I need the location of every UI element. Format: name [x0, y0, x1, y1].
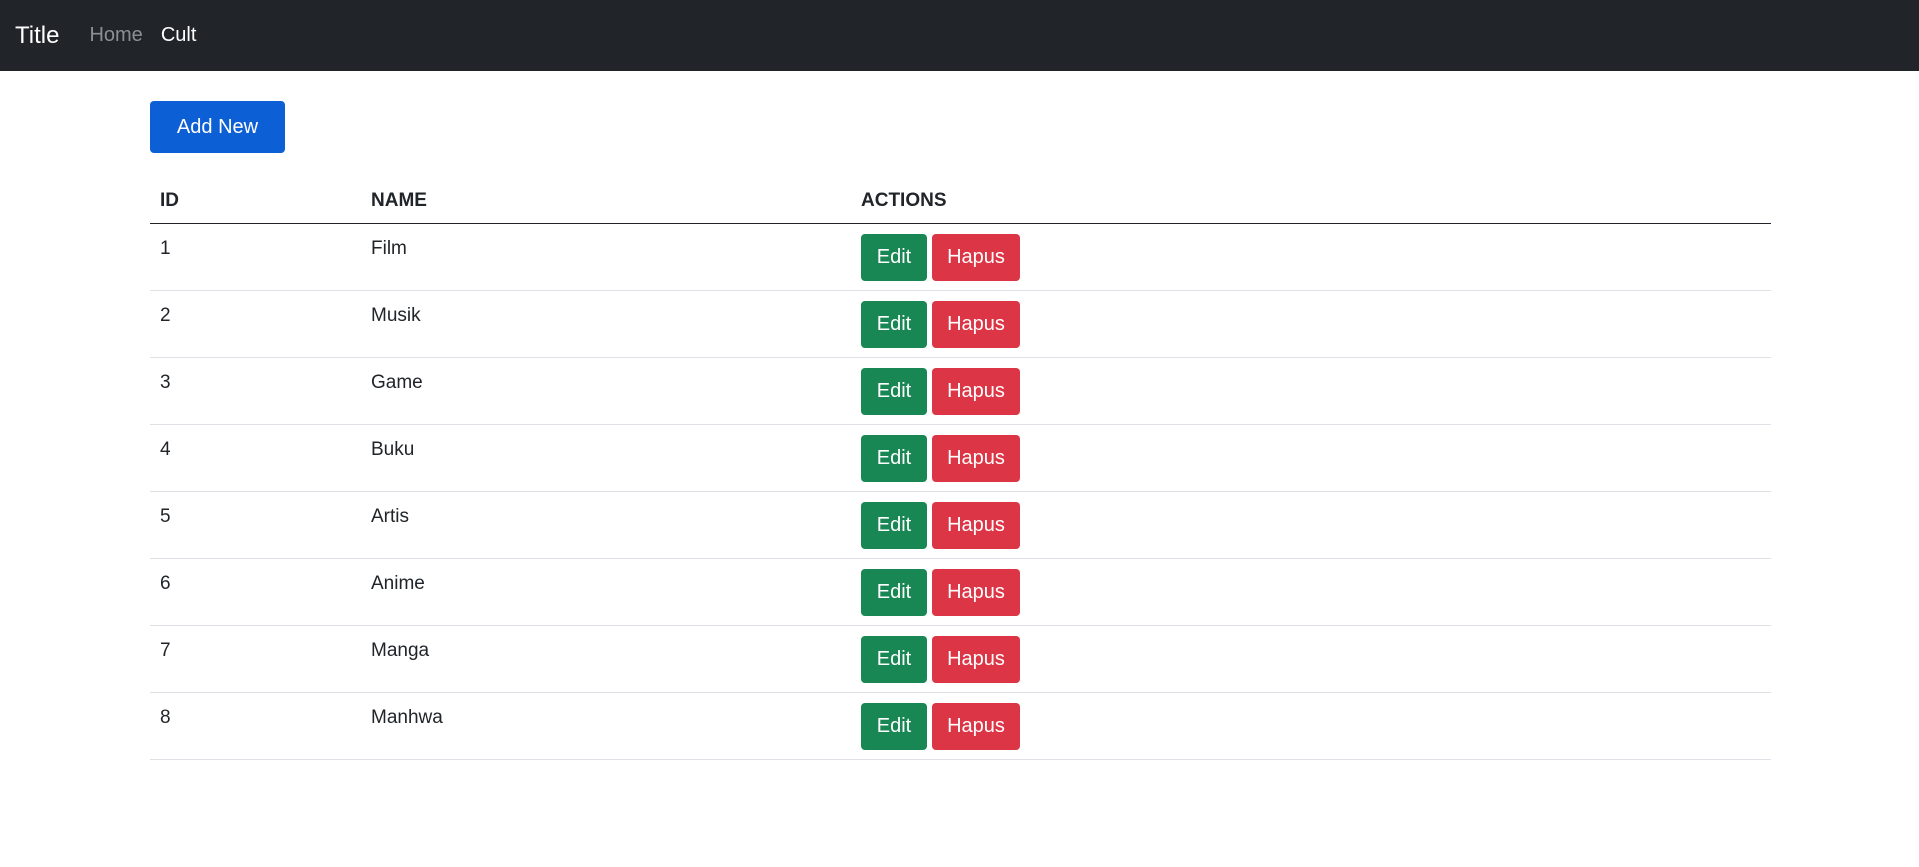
row-name-cell: Film: [361, 223, 851, 291]
table-row: 8 Manhwa Edit Hapus: [150, 692, 1771, 760]
row-id-cell: 4: [150, 424, 361, 492]
edit-button[interactable]: Edit: [861, 435, 927, 482]
nav-link-home[interactable]: Home: [89, 24, 142, 47]
edit-button[interactable]: Edit: [861, 703, 927, 750]
edit-button[interactable]: Edit: [861, 569, 927, 616]
delete-button[interactable]: Hapus: [932, 502, 1020, 549]
row-actions-cell: Edit Hapus: [851, 692, 1771, 760]
row-id-cell: 3: [150, 357, 361, 425]
row-actions-cell: Edit Hapus: [851, 558, 1771, 626]
table-row: 4 Buku Edit Hapus: [150, 424, 1771, 492]
row-name-cell: Anime: [361, 558, 851, 626]
cult-table: ID NAME ACTIONS 1 Film Edit Hapus 2 Musik Edit…: [150, 179, 1771, 760]
row-name-cell: Buku: [361, 424, 851, 492]
delete-button[interactable]: Hapus: [932, 435, 1020, 482]
edit-button[interactable]: Edit: [861, 502, 927, 549]
delete-button[interactable]: Hapus: [932, 569, 1020, 616]
row-id-cell: 2: [150, 290, 361, 358]
table-row: 3 Game Edit Hapus: [150, 357, 1771, 425]
column-header-name: NAME: [361, 179, 851, 224]
edit-button[interactable]: Edit: [861, 234, 927, 281]
delete-button[interactable]: Hapus: [932, 636, 1020, 683]
nav-link-cult[interactable]: Cult: [161, 24, 197, 47]
row-id-cell: 6: [150, 558, 361, 626]
row-name-cell: Artis: [361, 491, 851, 559]
row-name-cell: Manhwa: [361, 692, 851, 760]
row-name-cell: Manga: [361, 625, 851, 693]
delete-button[interactable]: Hapus: [932, 301, 1020, 348]
row-name-cell: Game: [361, 357, 851, 425]
delete-button[interactable]: Hapus: [932, 703, 1020, 750]
row-name-cell: Musik: [361, 290, 851, 358]
edit-button[interactable]: Edit: [861, 368, 927, 415]
navbar-brand[interactable]: Title: [15, 22, 59, 50]
table-row: 1 Film Edit Hapus: [150, 223, 1771, 291]
table-row: 6 Anime Edit Hapus: [150, 558, 1771, 626]
row-id-cell: 7: [150, 625, 361, 693]
table-row: 7 Manga Edit Hapus: [150, 625, 1771, 693]
table-row: 5 Artis Edit Hapus: [150, 491, 1771, 559]
row-actions-cell: Edit Hapus: [851, 290, 1771, 358]
table-header-row: ID NAME ACTIONS: [150, 179, 1771, 224]
edit-button[interactable]: Edit: [861, 301, 927, 348]
row-actions-cell: Edit Hapus: [851, 491, 1771, 559]
add-new-button[interactable]: Add New: [150, 101, 285, 153]
row-id-cell: 5: [150, 491, 361, 559]
delete-button[interactable]: Hapus: [932, 368, 1020, 415]
row-actions-cell: Edit Hapus: [851, 223, 1771, 291]
row-actions-cell: Edit Hapus: [851, 357, 1771, 425]
edit-button[interactable]: Edit: [861, 636, 927, 683]
delete-button[interactable]: Hapus: [932, 234, 1020, 281]
table-body: 1 Film Edit Hapus 2 Musik Edit Hapus 3 Game Edit Ha…: [150, 223, 1771, 760]
top-navbar: Title Home Cult: [0, 0, 1919, 71]
row-id-cell: 8: [150, 692, 361, 760]
row-id-cell: 1: [150, 223, 361, 291]
row-actions-cell: Edit Hapus: [851, 424, 1771, 492]
row-actions-cell: Edit Hapus: [851, 625, 1771, 693]
table-row: 2 Musik Edit Hapus: [150, 290, 1771, 358]
column-header-id: ID: [150, 179, 361, 224]
column-header-actions: ACTIONS: [851, 179, 1771, 224]
